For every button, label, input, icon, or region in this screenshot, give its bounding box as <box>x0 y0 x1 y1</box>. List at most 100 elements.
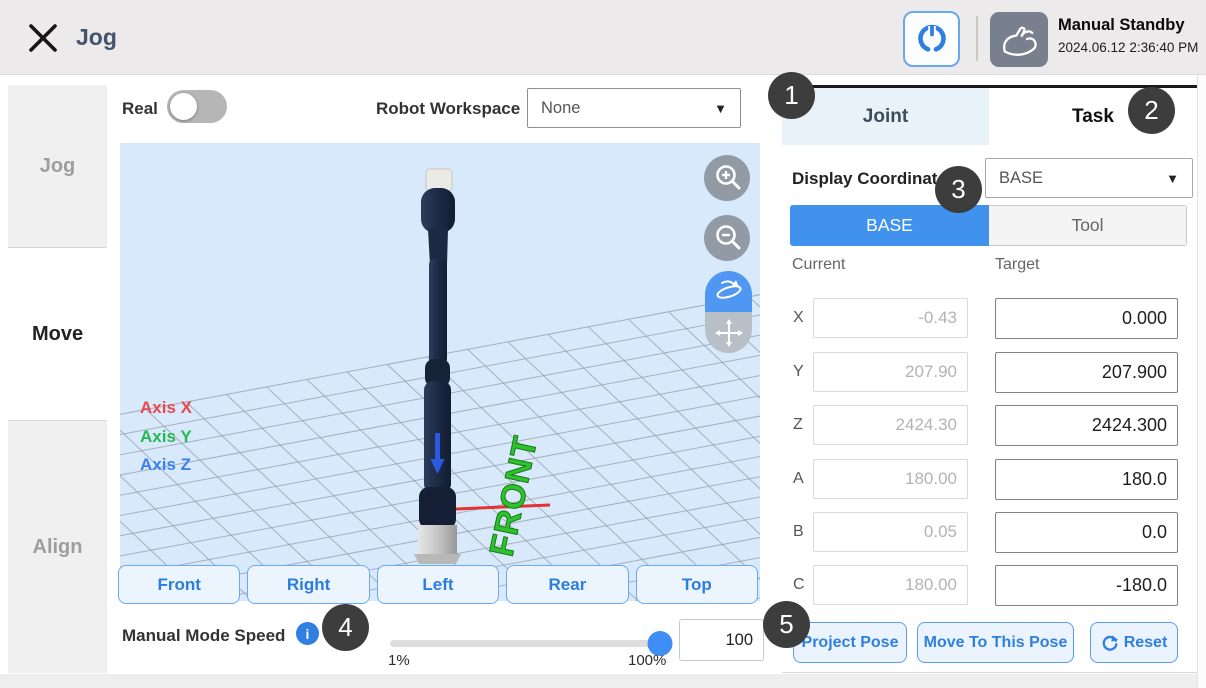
sidebar-item-label: Move <box>32 323 83 346</box>
orbit-mode-button[interactable] <box>705 271 752 312</box>
current-z-field <box>813 405 968 445</box>
current-a-field <box>813 459 968 499</box>
robot-workspace-value: None <box>528 99 714 118</box>
view-rear-button[interactable]: Rear <box>506 565 628 604</box>
status-timestamp: 2024.06.12 2:36:40 PM <box>1058 40 1198 55</box>
speed-slider[interactable] <box>390 640 660 647</box>
view-button-row: Front Right Left Rear Top <box>118 565 758 604</box>
project-pose-button[interactable]: Project Pose <box>793 622 907 663</box>
axis-letter: C <box>793 565 805 605</box>
zoom-out-icon <box>707 218 747 258</box>
display-coordinates-dropdown[interactable]: BASE ▼ <box>985 158 1193 198</box>
target-a-field[interactable] <box>995 459 1178 500</box>
cockpit-icon <box>913 19 951 59</box>
target-c-field[interactable] <box>995 565 1178 606</box>
target-x-field[interactable] <box>995 298 1178 339</box>
annotation-badge-5: 5 <box>763 601 810 648</box>
coord-row-a: A <box>782 459 1197 499</box>
view-left-button[interactable]: Left <box>377 565 499 604</box>
speed-value-box <box>679 619 764 661</box>
axis-x-label: Axis X <box>140 398 192 418</box>
target-y-field[interactable] <box>995 352 1178 393</box>
view-top-button[interactable]: Top <box>636 565 758 604</box>
zoom-in-icon <box>707 158 747 198</box>
page-title: Jog <box>76 0 117 75</box>
current-column-header: Current <box>792 256 845 274</box>
pan-icon <box>712 317 746 349</box>
orbit-icon <box>712 277 746 307</box>
bottom-strip <box>0 674 1206 688</box>
speed-value-input[interactable] <box>680 620 763 660</box>
sidebar-item-jog[interactable]: Jog <box>8 85 107 248</box>
axis-y-label: Axis Y <box>140 427 192 447</box>
button-label: Reset <box>1124 634 1168 652</box>
robot-workspace-label: Robot Workspace <box>376 99 520 119</box>
current-y-field <box>813 352 968 392</box>
jog-screen: Jog Manual Standby 2024.06.12 2:36:40 PM <box>0 0 1206 688</box>
robot-3d-scene: FRONT <box>120 143 760 601</box>
zoom-in-button[interactable] <box>704 155 750 201</box>
button-label: Move To This Pose <box>924 634 1068 652</box>
real-toggle[interactable] <box>167 90 227 123</box>
info-icon[interactable]: i <box>296 622 319 645</box>
sidebar-item-label: Align <box>33 536 83 559</box>
current-c-field <box>813 565 968 605</box>
display-coordinates-value: BASE <box>986 169 1166 188</box>
target-b-field[interactable] <box>995 512 1178 553</box>
current-x-field <box>813 298 968 338</box>
annotation-badge-1: 1 <box>768 72 815 119</box>
coord-row-x: X <box>782 298 1197 338</box>
speed-min-label: 1% <box>388 652 410 669</box>
view-front-button[interactable]: Front <box>118 565 240 604</box>
axis-letter: X <box>793 298 804 338</box>
front-floor-label: FRONT <box>483 432 546 559</box>
sidebar-item-align[interactable]: Align <box>8 420 107 673</box>
display-coordinates-label: Display Coordinates <box>792 169 956 189</box>
coord-row-y: Y <box>782 352 1197 392</box>
chevron-down-icon: ▼ <box>1166 171 1192 186</box>
coord-row-c: C <box>782 565 1197 605</box>
robot-workspace-dropdown[interactable]: None ▼ <box>527 88 741 128</box>
target-column-header: Target <box>995 256 1039 274</box>
axis-letter: A <box>793 459 804 499</box>
sidebar-item-move[interactable]: Move <box>8 248 107 420</box>
view-right-button[interactable]: Right <box>247 565 369 604</box>
annotation-badge-4: 4 <box>322 604 369 651</box>
top-bar: Jog Manual Standby 2024.06.12 2:36:40 PM <box>0 0 1206 75</box>
robot-arm <box>414 169 461 564</box>
coord-row-z: Z <box>782 405 1197 445</box>
coord-row-b: B <box>782 512 1197 552</box>
real-toggle-label: Real <box>122 99 158 119</box>
robot-3d-view[interactable]: FRONT Axis X Axis Y Axis Z <box>120 143 760 601</box>
orbit-pan-toggle[interactable] <box>705 271 752 353</box>
zoom-out-button[interactable] <box>704 215 750 261</box>
reset-icon <box>1101 634 1119 652</box>
current-b-field <box>813 512 968 552</box>
tab-label: Task <box>1072 106 1114 128</box>
frame-tool-button[interactable]: Tool <box>989 205 1187 246</box>
frame-segmented-control: BASE Tool <box>790 205 1187 246</box>
axis-letter: Z <box>793 405 803 445</box>
header-divider <box>976 16 978 61</box>
chevron-down-icon: ▼ <box>714 101 740 116</box>
annotation-badge-2: 2 <box>1128 87 1175 134</box>
manual-mode-badge <box>990 12 1048 67</box>
move-to-this-pose-button[interactable]: Move To This Pose <box>917 622 1074 663</box>
annotation-badge-3: 3 <box>935 166 982 213</box>
status-mode: Manual Standby <box>1058 16 1185 35</box>
tab-label: Joint <box>863 106 908 128</box>
axis-letter: Y <box>793 352 804 392</box>
cockpit-button[interactable] <box>903 11 960 67</box>
scrollbar-track[interactable] <box>1197 75 1206 688</box>
hand-icon <box>996 19 1042 61</box>
real-toggle-knob <box>170 93 197 120</box>
close-icon[interactable] <box>24 19 62 57</box>
manual-mode-speed-label: Manual Mode Speed <box>122 626 285 646</box>
target-z-field[interactable] <box>995 405 1178 446</box>
pose-panel: Joint Task Display Coordinates BASE ▼ BA… <box>782 85 1197 673</box>
axis-z-label: Axis Z <box>140 455 191 475</box>
reset-button[interactable]: Reset <box>1090 622 1178 663</box>
speed-max-label: 100% <box>628 652 666 669</box>
button-label: Project Pose <box>802 634 899 652</box>
sidebar-item-label: Jog <box>40 155 76 178</box>
